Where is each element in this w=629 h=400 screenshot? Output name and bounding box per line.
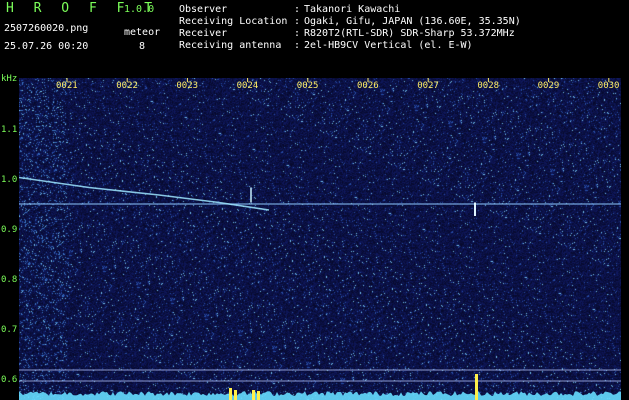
y-tick-label: 0.7 <box>1 325 18 335</box>
detection-spike <box>475 374 478 400</box>
x-tick-label: 0028 <box>477 81 500 91</box>
y-tick-label: 0.9 <box>1 225 18 235</box>
observer-label: Observer <box>179 4 228 15</box>
x-tick-label: 0026 <box>357 81 379 91</box>
detection-spike <box>257 391 260 400</box>
location-separator: : <box>294 16 301 27</box>
x-tick-label: 0022 <box>116 81 138 91</box>
receiver-value: R820T2(RTL-SDR) SDR-Sharp 53.372MHz <box>304 28 515 39</box>
y-tick-label: 1.0 <box>1 175 18 185</box>
spectrogram-overlay <box>19 78 621 400</box>
meteor-label: meteor <box>124 27 161 38</box>
y-axis-unit: kHz <box>1 74 18 84</box>
x-tick-label: 0027 <box>417 81 439 91</box>
antenna-separator: : <box>294 40 301 51</box>
receiver-separator: : <box>294 28 301 39</box>
detection-spike <box>229 388 232 400</box>
observer-separator: : <box>294 4 301 15</box>
date-time: 25.07.26 00:20 <box>4 41 89 52</box>
x-tick-label: 0029 <box>537 81 560 91</box>
file-name: 2507260020.png <box>4 23 89 34</box>
observer-value: Takanori Kawachi <box>304 4 401 15</box>
y-tick-label: 0.8 <box>1 275 18 285</box>
location-value: Ogaki, Gifu, JAPAN (136.60E, 35.35N) <box>304 16 521 27</box>
detection-spike <box>234 390 237 400</box>
spectrogram <box>19 78 621 400</box>
y-tick-label: 0.6 <box>1 375 18 385</box>
receiver-label: Receiver <box>179 28 228 39</box>
signal-level-trace <box>19 391 621 400</box>
y-tick-label: 1.1 <box>1 125 18 135</box>
detection-spike <box>252 390 255 400</box>
x-tick-label: 0023 <box>176 81 199 91</box>
x-tick-label: 0030 <box>597 81 620 91</box>
x-tick-label: 0021 <box>56 81 78 91</box>
app-version: 1.0.0 <box>124 4 155 15</box>
antenna-label: Receiving antenna <box>179 40 282 51</box>
x-tick-label: 0025 <box>296 81 319 91</box>
location-label: Receiving Location <box>179 16 288 27</box>
meteor-streak <box>19 176 270 211</box>
x-tick-label: 0024 <box>236 81 259 91</box>
meteor-count: 8 <box>139 41 146 52</box>
antenna-value: 2el-HB9CV Vertical (el. E-W) <box>304 40 473 51</box>
